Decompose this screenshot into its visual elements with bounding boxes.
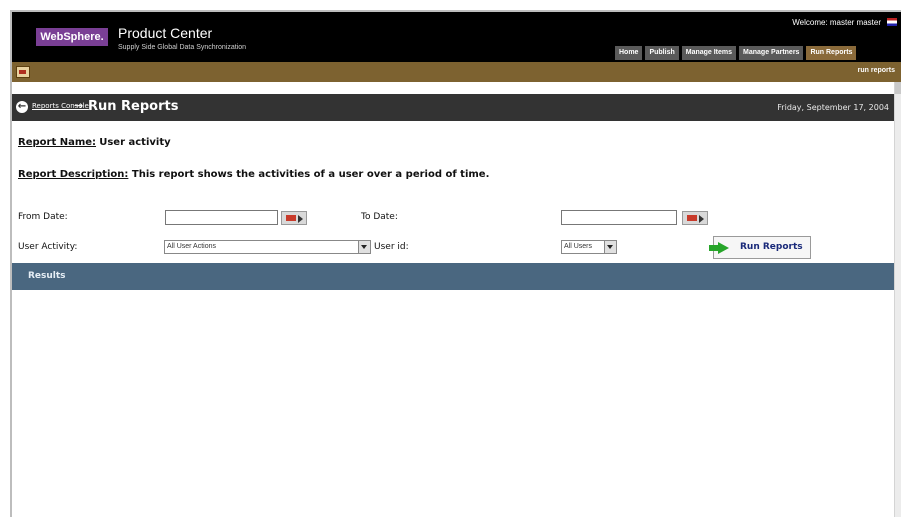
run-reports-button-label: Run Reports	[740, 242, 803, 252]
user-id-select[interactable]: All Users	[561, 240, 617, 254]
page-title-bar: ← Reports Console → Run Reports Friday, …	[12, 94, 901, 121]
flag-icon[interactable]	[887, 18, 897, 26]
app-header: WebSphere. Product Center Supply Side Gl…	[12, 12, 901, 62]
back-arrow-icon[interactable]: ←	[16, 101, 28, 113]
report-icon[interactable]	[16, 66, 30, 78]
websphere-logo: WebSphere.	[36, 28, 108, 46]
chevron-down-icon[interactable]	[604, 241, 616, 253]
tab-home[interactable]: Home	[615, 46, 643, 60]
results-header: Results	[12, 263, 901, 290]
from-date-calendar-icon[interactable]	[281, 211, 307, 225]
current-date: Friday, September 17, 2004	[777, 103, 889, 112]
report-name: Report Name: User activity	[18, 137, 171, 148]
from-date-field[interactable]	[165, 210, 278, 225]
tab-manage-items[interactable]: Manage Items	[681, 46, 737, 60]
report-description-value: This report shows the activities of a us…	[131, 169, 490, 180]
user-activity-select[interactable]: All User Actions	[164, 240, 371, 254]
sub-toolbar: run reports	[12, 62, 901, 82]
welcome-text: Welcome: master master	[792, 18, 881, 27]
page-title: Run Reports	[88, 99, 179, 114]
report-name-value: User activity	[99, 137, 171, 148]
report-name-label[interactable]: Report Name:	[18, 137, 96, 148]
user-activity-label: User Activity:	[18, 242, 78, 252]
tab-run-reports[interactable]: Run Reports	[806, 46, 857, 60]
to-date-field[interactable]	[561, 210, 677, 225]
chevron-down-icon[interactable]	[358, 241, 370, 253]
product-subtitle: Supply Side Global Data Synchronization	[118, 44, 247, 51]
main-nav-tabs: Home Publish Manage Items Manage Partner…	[615, 46, 857, 60]
report-description-label[interactable]: Report Description:	[18, 169, 128, 180]
user-id-label: User id:	[374, 242, 409, 252]
breadcrumb-arrow-icon: →	[74, 99, 84, 112]
report-description: Report Description: This report shows th…	[18, 169, 489, 180]
run-reports-link[interactable]: run reports	[858, 67, 895, 74]
tab-publish[interactable]: Publish	[645, 46, 679, 60]
arrow-right-icon	[709, 242, 729, 254]
vertical-scrollbar[interactable]	[894, 82, 901, 517]
user-activity-selected: All User Actions	[167, 243, 217, 250]
from-date-label: From Date:	[18, 212, 68, 222]
to-date-calendar-icon[interactable]	[682, 211, 708, 225]
product-title: Product Center	[118, 25, 213, 41]
results-label: Results	[28, 271, 66, 281]
tab-manage-partners[interactable]: Manage Partners	[739, 46, 804, 60]
to-date-label: To Date:	[361, 212, 398, 222]
screenshot-frame: WebSphere. Product Center Supply Side Gl…	[0, 0, 901, 517]
browser-content: WebSphere. Product Center Supply Side Gl…	[10, 10, 901, 517]
run-reports-button[interactable]: Run Reports	[709, 236, 811, 259]
user-id-selected: All Users	[564, 243, 593, 250]
scrollbar-thumb[interactable]	[895, 82, 901, 94]
